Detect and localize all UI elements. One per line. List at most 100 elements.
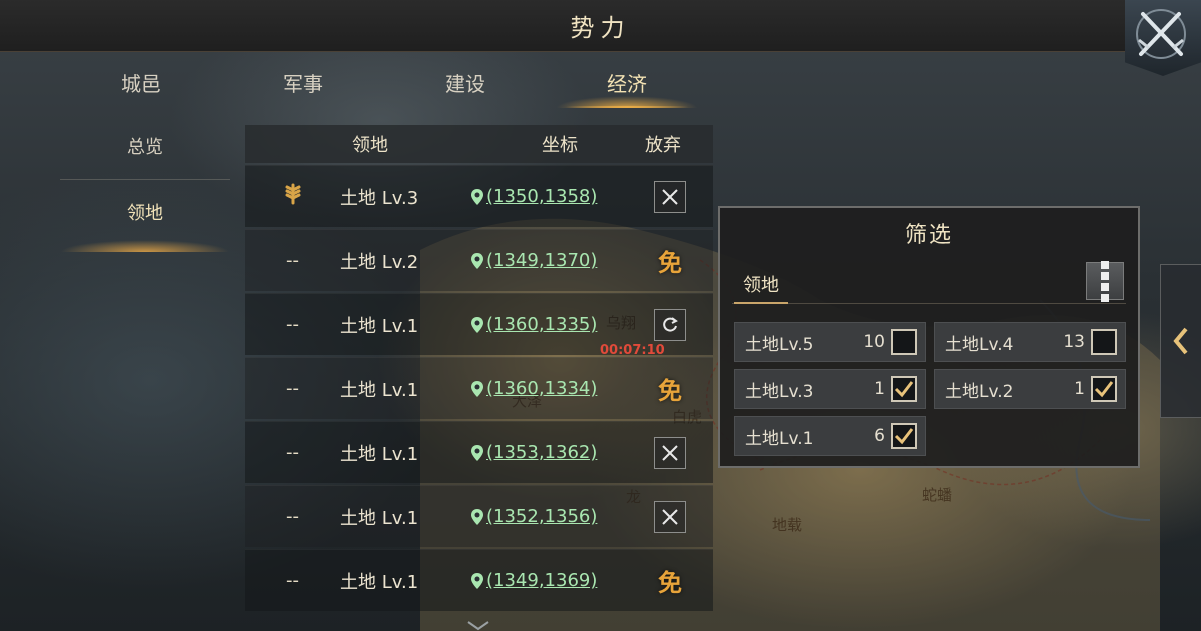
filter-item-count: 10 [863,332,885,352]
close-icon [662,444,678,461]
filter-item-lv3[interactable]: 土地Lv.3 1 [734,369,926,409]
coord-text: (1349,1369) [486,570,598,591]
location-pin-icon [471,572,483,589]
coord-text: (1349,1370) [486,250,598,271]
coord-link[interactable]: (1353,1362) [470,442,630,463]
land-name: 土地 Lv.3 [340,187,419,209]
main-tabs: 城邑 军事 建设 经济 [60,62,708,108]
land-name: 土地 Lv.2 [340,251,419,273]
coord-text: (1350,1358) [486,186,598,207]
flag-cell: -- [286,250,299,271]
location-pin-icon [471,380,483,397]
free-badge: 免 [658,569,682,597]
territory-table: 领地 坐标 放弃 土地 Lv.3 (1350,1358) -- 土地 Lv.2 … [245,125,713,631]
column-header-land: 领地 [352,135,388,156]
coord-link[interactable]: (1352,1356) [470,506,630,527]
map-label: 蛇蟠 [922,486,953,504]
flag-cell: -- [286,570,299,591]
tab-military[interactable]: 军事 [222,62,384,108]
table-row: -- 土地 Lv.2 (1349,1370) 免 [245,229,713,291]
close-button[interactable] [1125,0,1201,76]
land-name: 土地 Lv.1 [340,507,419,529]
flag-cell: -- [286,442,299,463]
flag-cell: -- [286,506,299,527]
column-header-coord: 坐标 [542,135,578,156]
coord-link[interactable]: (1350,1358) [470,186,630,207]
header-bar: 势力 [0,0,1201,52]
checkmark-icon [894,428,914,445]
coord-link[interactable]: (1349,1369) [470,570,630,591]
map-label: 地载 [772,516,803,534]
table-row: -- 土地 Lv.1 (1353,1362) [245,421,713,483]
crossed-swords-icon [1136,9,1186,59]
abandon-button[interactable] [654,180,686,213]
filter-item-lv4[interactable]: 土地Lv.4 13 [934,322,1126,362]
refresh-icon [663,316,678,332]
sidebar-item-territory[interactable]: 领地 [60,184,230,252]
abandon-button[interactable] [654,436,686,469]
table-row: -- 土地 Lv.1 (1360,1335) 00:07:10 [245,293,713,358]
coord-text: (1360,1335) [486,314,598,335]
location-pin-icon [471,316,483,333]
checkmark-icon [894,381,914,398]
filter-checkbox[interactable] [891,423,917,449]
filter-checkbox[interactable] [1091,376,1117,402]
filter-tab-bar: 领地 [732,260,1126,304]
grid-icon [1101,260,1109,269]
location-pin-icon [471,444,483,461]
land-name: 土地 Lv.1 [340,443,419,465]
scroll-down-icon[interactable] [466,620,490,631]
location-pin-icon [471,252,483,269]
land-name: 土地 Lv.1 [340,315,419,337]
filter-panel: 筛选 领地 土地Lv.5 10 土地Lv.4 13 土地Lv.3 1 土地Lv.… [718,206,1140,468]
chevron-left-icon [1173,327,1188,355]
filter-item-label: 土地Lv.1 [745,428,814,449]
grid-view-button[interactable] [1086,260,1124,302]
free-badge: 免 [658,377,682,405]
flag-cell: -- [286,314,299,335]
coord-link[interactable]: (1360,1334) [470,378,630,399]
filter-checkbox[interactable] [891,376,917,402]
sidebar-item-overview[interactable]: 总览 [60,118,230,180]
tab-cities[interactable]: 城邑 [60,62,222,108]
table-row: -- 土地 Lv.1 (1352,1356) [245,485,713,547]
cancel-abandon-button[interactable] [654,308,686,341]
land-name: 土地 Lv.1 [340,379,419,401]
filter-item-count: 1 [874,379,885,399]
wheat-icon [245,182,340,211]
page-title: 势力 [570,14,631,42]
table-header: 领地 坐标 放弃 [245,125,713,163]
filter-title: 筛选 [904,223,953,248]
coord-link[interactable]: (1349,1370) [470,250,630,271]
land-name: 土地 Lv.1 [340,571,419,593]
filter-tab-territory[interactable]: 领地 [734,270,788,304]
filter-item-count: 1 [1074,379,1085,399]
expand-panel-button[interactable] [1160,264,1201,418]
coord-text: (1360,1334) [486,378,598,399]
coord-link[interactable]: (1360,1335) [470,314,630,335]
filter-item-label: 土地Lv.5 [745,334,814,355]
side-nav: 总览 领地 [60,118,230,252]
filter-item-lv5[interactable]: 土地Lv.5 10 [734,322,926,362]
free-badge: 免 [658,249,682,277]
table-row: -- 土地 Lv.1 (1349,1369) 免 [245,549,713,611]
filter-item-label: 土地Lv.3 [745,381,814,402]
tab-construction[interactable]: 建设 [384,62,546,108]
close-icon [662,508,678,525]
table-row: 土地 Lv.3 (1350,1358) [245,165,713,227]
filter-item-lv2[interactable]: 土地Lv.2 1 [934,369,1126,409]
coord-text: (1353,1362) [486,442,598,463]
filter-checkbox[interactable] [891,329,917,355]
filter-item-count: 6 [874,426,885,446]
filter-item-lv1[interactable]: 土地Lv.1 6 [734,416,926,456]
countdown-timer: 00:07:10 [600,342,665,358]
location-pin-icon [471,188,483,205]
column-header-abandon: 放弃 [645,135,681,156]
filter-item-count: 13 [1063,332,1085,352]
filter-checkbox[interactable] [1091,329,1117,355]
checkmark-icon [1094,381,1114,398]
filter-item-label: 土地Lv.4 [945,334,1014,355]
tab-economy[interactable]: 经济 [546,62,708,108]
abandon-button[interactable] [654,500,686,533]
location-pin-icon [471,508,483,525]
